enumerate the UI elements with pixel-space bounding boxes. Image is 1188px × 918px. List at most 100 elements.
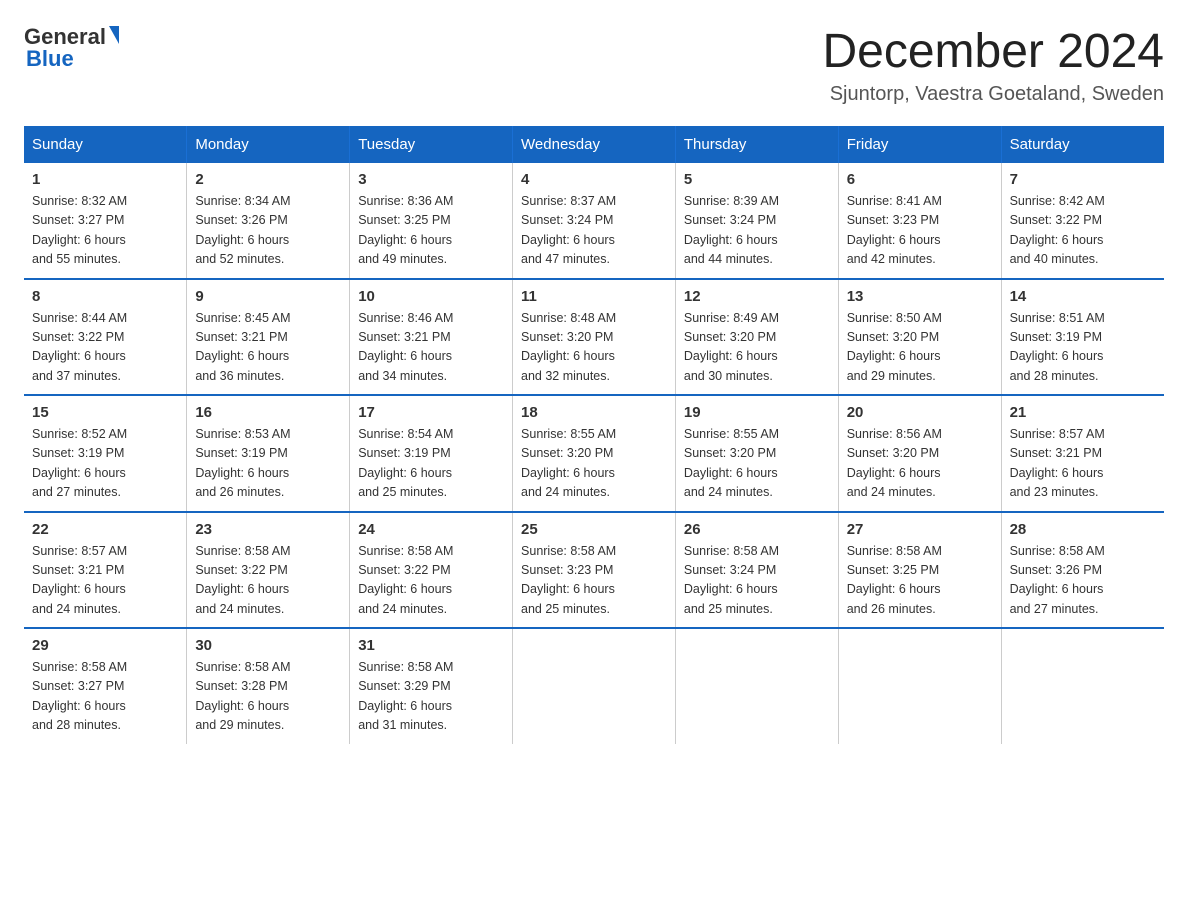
day-number: 15 (32, 404, 178, 421)
logo-triangle-icon (109, 26, 119, 44)
day-info: Sunrise: 8:37 AM Sunset: 3:24 PM Dayligh… (521, 192, 667, 270)
day-info: Sunrise: 8:39 AM Sunset: 3:24 PM Dayligh… (684, 192, 830, 270)
day-info: Sunrise: 8:58 AM Sunset: 3:26 PM Dayligh… (1010, 542, 1156, 620)
calendar-cell: 24 Sunrise: 8:58 AM Sunset: 3:22 PM Dayl… (350, 512, 513, 629)
header-friday: Friday (838, 126, 1001, 163)
week-row-1: 1 Sunrise: 8:32 AM Sunset: 3:27 PM Dayli… (24, 163, 1164, 279)
day-info: Sunrise: 8:51 AM Sunset: 3:19 PM Dayligh… (1010, 309, 1156, 387)
header-tuesday: Tuesday (350, 126, 513, 163)
month-title: December 2024 (822, 24, 1164, 79)
location-text: Sjuntorp, Vaestra Goetaland, Sweden (822, 83, 1164, 106)
day-info: Sunrise: 8:58 AM Sunset: 3:23 PM Dayligh… (521, 542, 667, 620)
calendar-cell: 26 Sunrise: 8:58 AM Sunset: 3:24 PM Dayl… (675, 512, 838, 629)
header-sunday: Sunday (24, 126, 187, 163)
day-number: 26 (684, 521, 830, 538)
calendar-cell: 22 Sunrise: 8:57 AM Sunset: 3:21 PM Dayl… (24, 512, 187, 629)
day-info: Sunrise: 8:41 AM Sunset: 3:23 PM Dayligh… (847, 192, 993, 270)
calendar-cell (1001, 628, 1164, 744)
logo-blue-text: Blue (24, 46, 74, 72)
calendar-cell: 12 Sunrise: 8:49 AM Sunset: 3:20 PM Dayl… (675, 279, 838, 396)
day-number: 6 (847, 171, 993, 188)
day-info: Sunrise: 8:52 AM Sunset: 3:19 PM Dayligh… (32, 425, 178, 503)
day-number: 30 (195, 637, 341, 654)
calendar-cell: 14 Sunrise: 8:51 AM Sunset: 3:19 PM Dayl… (1001, 279, 1164, 396)
calendar-cell: 30 Sunrise: 8:58 AM Sunset: 3:28 PM Dayl… (187, 628, 350, 744)
day-info: Sunrise: 8:32 AM Sunset: 3:27 PM Dayligh… (32, 192, 178, 270)
calendar-cell: 28 Sunrise: 8:58 AM Sunset: 3:26 PM Dayl… (1001, 512, 1164, 629)
day-info: Sunrise: 8:54 AM Sunset: 3:19 PM Dayligh… (358, 425, 504, 503)
calendar-cell: 10 Sunrise: 8:46 AM Sunset: 3:21 PM Dayl… (350, 279, 513, 396)
calendar-cell: 7 Sunrise: 8:42 AM Sunset: 3:22 PM Dayli… (1001, 163, 1164, 279)
day-number: 20 (847, 404, 993, 421)
calendar-cell: 4 Sunrise: 8:37 AM Sunset: 3:24 PM Dayli… (513, 163, 676, 279)
calendar-cell: 21 Sunrise: 8:57 AM Sunset: 3:21 PM Dayl… (1001, 395, 1164, 512)
day-number: 16 (195, 404, 341, 421)
calendar-cell: 23 Sunrise: 8:58 AM Sunset: 3:22 PM Dayl… (187, 512, 350, 629)
calendar-cell: 25 Sunrise: 8:58 AM Sunset: 3:23 PM Dayl… (513, 512, 676, 629)
calendar-cell: 31 Sunrise: 8:58 AM Sunset: 3:29 PM Dayl… (350, 628, 513, 744)
day-number: 31 (358, 637, 504, 654)
day-info: Sunrise: 8:58 AM Sunset: 3:22 PM Dayligh… (195, 542, 341, 620)
calendar-cell: 13 Sunrise: 8:50 AM Sunset: 3:20 PM Dayl… (838, 279, 1001, 396)
calendar-cell: 27 Sunrise: 8:58 AM Sunset: 3:25 PM Dayl… (838, 512, 1001, 629)
day-info: Sunrise: 8:36 AM Sunset: 3:25 PM Dayligh… (358, 192, 504, 270)
day-info: Sunrise: 8:58 AM Sunset: 3:29 PM Dayligh… (358, 658, 504, 736)
day-number: 27 (847, 521, 993, 538)
header-saturday: Saturday (1001, 126, 1164, 163)
day-info: Sunrise: 8:48 AM Sunset: 3:20 PM Dayligh… (521, 309, 667, 387)
calendar-table: SundayMondayTuesdayWednesdayThursdayFrid… (24, 126, 1164, 744)
day-info: Sunrise: 8:45 AM Sunset: 3:21 PM Dayligh… (195, 309, 341, 387)
week-row-5: 29 Sunrise: 8:58 AM Sunset: 3:27 PM Dayl… (24, 628, 1164, 744)
day-number: 7 (1010, 171, 1156, 188)
day-number: 22 (32, 521, 178, 538)
day-info: Sunrise: 8:58 AM Sunset: 3:27 PM Dayligh… (32, 658, 178, 736)
day-info: Sunrise: 8:46 AM Sunset: 3:21 PM Dayligh… (358, 309, 504, 387)
day-number: 4 (521, 171, 667, 188)
day-info: Sunrise: 8:56 AM Sunset: 3:20 PM Dayligh… (847, 425, 993, 503)
calendar-cell: 3 Sunrise: 8:36 AM Sunset: 3:25 PM Dayli… (350, 163, 513, 279)
day-number: 24 (358, 521, 504, 538)
calendar-cell (513, 628, 676, 744)
calendar-cell: 6 Sunrise: 8:41 AM Sunset: 3:23 PM Dayli… (838, 163, 1001, 279)
day-info: Sunrise: 8:58 AM Sunset: 3:25 PM Dayligh… (847, 542, 993, 620)
calendar-cell: 17 Sunrise: 8:54 AM Sunset: 3:19 PM Dayl… (350, 395, 513, 512)
day-number: 17 (358, 404, 504, 421)
day-number: 12 (684, 288, 830, 305)
week-row-4: 22 Sunrise: 8:57 AM Sunset: 3:21 PM Dayl… (24, 512, 1164, 629)
day-info: Sunrise: 8:55 AM Sunset: 3:20 PM Dayligh… (684, 425, 830, 503)
day-info: Sunrise: 8:34 AM Sunset: 3:26 PM Dayligh… (195, 192, 341, 270)
calendar-cell: 9 Sunrise: 8:45 AM Sunset: 3:21 PM Dayli… (187, 279, 350, 396)
header-thursday: Thursday (675, 126, 838, 163)
day-info: Sunrise: 8:58 AM Sunset: 3:28 PM Dayligh… (195, 658, 341, 736)
calendar-cell (675, 628, 838, 744)
calendar-cell: 15 Sunrise: 8:52 AM Sunset: 3:19 PM Dayl… (24, 395, 187, 512)
day-info: Sunrise: 8:44 AM Sunset: 3:22 PM Dayligh… (32, 309, 178, 387)
day-info: Sunrise: 8:57 AM Sunset: 3:21 PM Dayligh… (32, 542, 178, 620)
calendar-cell: 29 Sunrise: 8:58 AM Sunset: 3:27 PM Dayl… (24, 628, 187, 744)
day-number: 10 (358, 288, 504, 305)
calendar-cell: 18 Sunrise: 8:55 AM Sunset: 3:20 PM Dayl… (513, 395, 676, 512)
day-number: 14 (1010, 288, 1156, 305)
day-number: 25 (521, 521, 667, 538)
day-info: Sunrise: 8:58 AM Sunset: 3:22 PM Dayligh… (358, 542, 504, 620)
day-number: 23 (195, 521, 341, 538)
day-number: 29 (32, 637, 178, 654)
day-info: Sunrise: 8:55 AM Sunset: 3:20 PM Dayligh… (521, 425, 667, 503)
day-number: 5 (684, 171, 830, 188)
day-number: 28 (1010, 521, 1156, 538)
calendar-cell: 19 Sunrise: 8:55 AM Sunset: 3:20 PM Dayl… (675, 395, 838, 512)
day-info: Sunrise: 8:50 AM Sunset: 3:20 PM Dayligh… (847, 309, 993, 387)
day-number: 11 (521, 288, 667, 305)
day-number: 19 (684, 404, 830, 421)
week-row-2: 8 Sunrise: 8:44 AM Sunset: 3:22 PM Dayli… (24, 279, 1164, 396)
day-info: Sunrise: 8:58 AM Sunset: 3:24 PM Dayligh… (684, 542, 830, 620)
logo: General Blue (24, 24, 119, 72)
calendar-cell: 8 Sunrise: 8:44 AM Sunset: 3:22 PM Dayli… (24, 279, 187, 396)
calendar-cell: 1 Sunrise: 8:32 AM Sunset: 3:27 PM Dayli… (24, 163, 187, 279)
calendar-cell: 5 Sunrise: 8:39 AM Sunset: 3:24 PM Dayli… (675, 163, 838, 279)
day-number: 3 (358, 171, 504, 188)
page-header: General Blue December 2024 Sjuntorp, Vae… (24, 24, 1164, 106)
day-number: 13 (847, 288, 993, 305)
header-wednesday: Wednesday (513, 126, 676, 163)
day-number: 21 (1010, 404, 1156, 421)
